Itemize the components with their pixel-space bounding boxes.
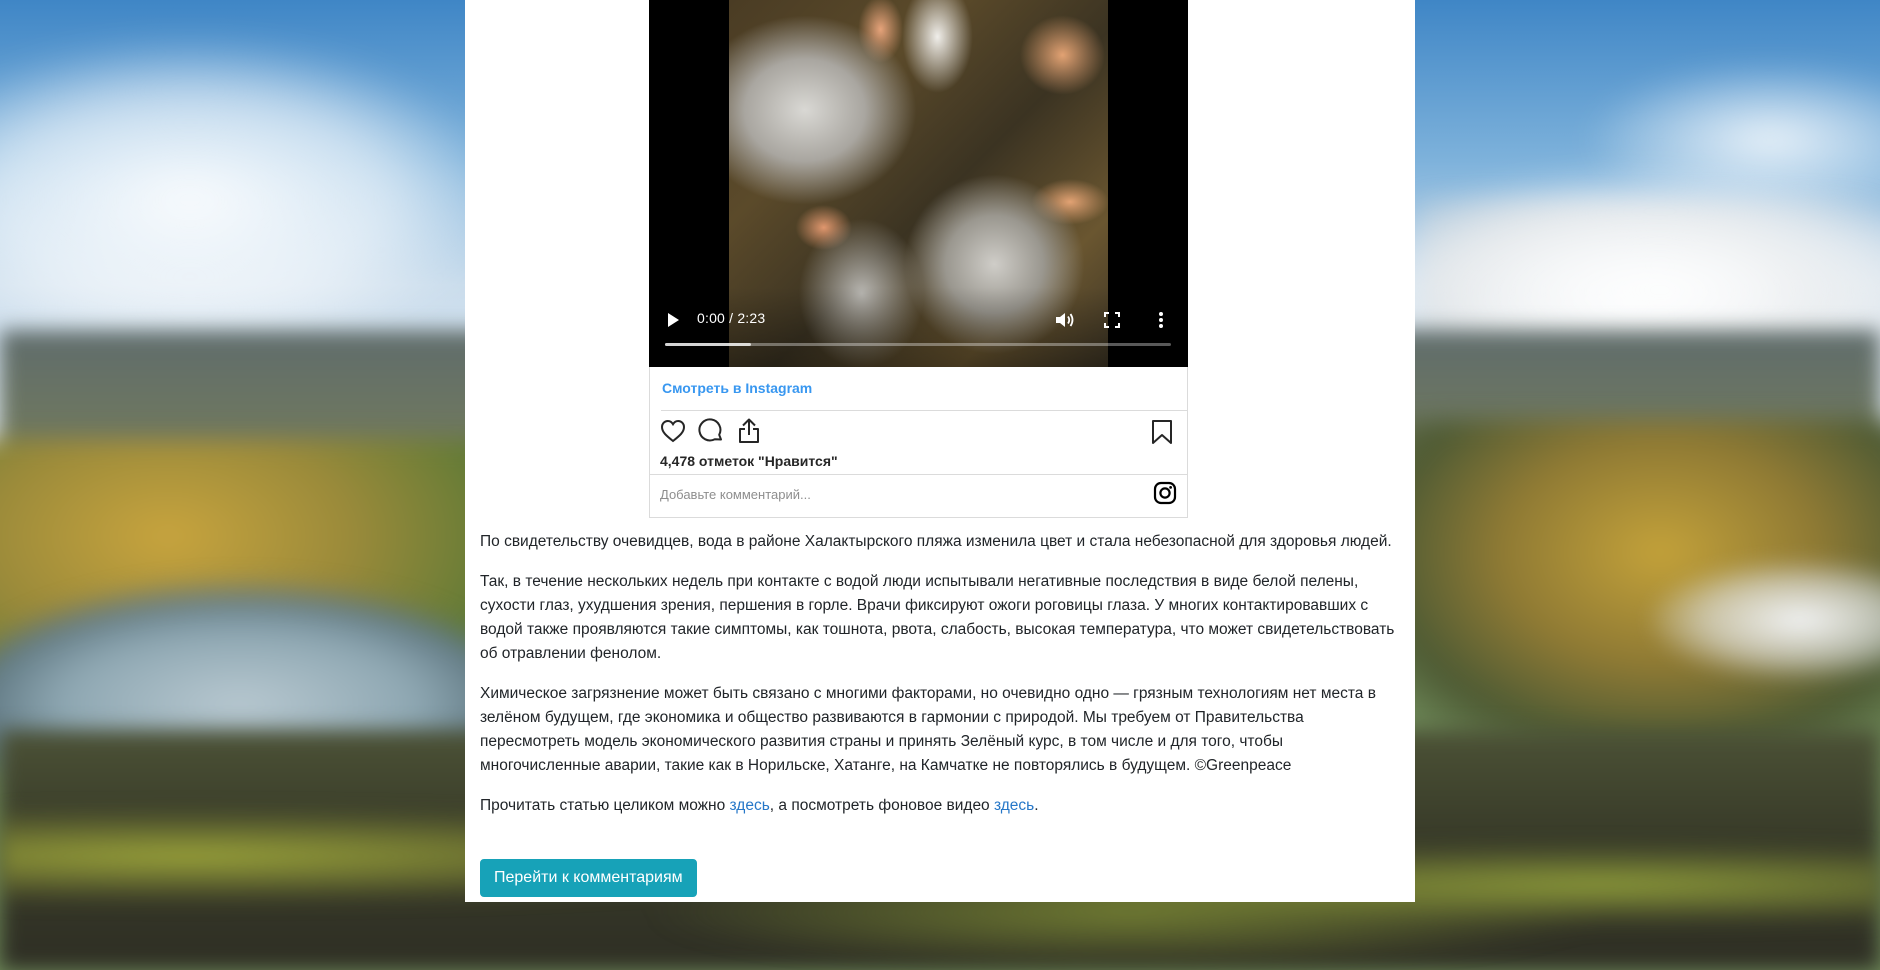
divider <box>661 410 1187 411</box>
instagram-logo-link[interactable] <box>1153 481 1177 505</box>
video-time: 0:00 / 2:23 <box>697 310 766 326</box>
video-player[interactable]: 0:00 / 2:23 <box>649 0 1188 367</box>
comment-input[interactable] <box>660 480 1120 508</box>
video-progress-bar[interactable] <box>665 343 1171 346</box>
fullscreen-icon <box>1104 312 1120 328</box>
instagram-icon <box>1153 481 1177 505</box>
share-icon <box>739 418 759 443</box>
fullscreen-button[interactable] <box>1100 308 1124 332</box>
text-fragment: . <box>1034 797 1039 814</box>
article-paragraph: Так, в течение нескольких недель при кон… <box>480 573 1395 662</box>
view-in-instagram-link[interactable]: Смотреть в Instagram <box>662 380 812 396</box>
background-video-link[interactable]: здесь <box>994 797 1034 814</box>
heart-icon <box>660 419 686 443</box>
instagram-embed: Смотреть в Instagram 4,478 отметок "Нрав… <box>649 367 1188 518</box>
article-body: По свидетельству очевидцев, вода в район… <box>480 530 1400 834</box>
content-panel: 0:00 / 2:23 Смотреть в Instagram 4,478 о… <box>465 0 1415 902</box>
more-vertical-icon <box>1159 312 1163 328</box>
divider <box>650 474 1187 475</box>
comment-button[interactable] <box>698 418 724 444</box>
play-button[interactable] <box>661 308 685 332</box>
volume-button[interactable] <box>1053 308 1077 332</box>
save-button[interactable] <box>1151 419 1175 447</box>
share-button[interactable] <box>736 418 762 444</box>
article-paragraph: Химическое загрязнение может быть связан… <box>480 685 1376 774</box>
more-options-button[interactable] <box>1149 308 1173 332</box>
full-article-link[interactable]: здесь <box>730 797 770 814</box>
article-paragraph: По свидетельству очевидцев, вода в район… <box>480 533 1392 550</box>
like-button[interactable] <box>660 418 686 444</box>
article-paragraph-links: Прочитать статью целиком можно здесь, а … <box>480 794 1400 818</box>
video-progress-buffered <box>665 343 752 346</box>
text-fragment: , а посмотреть фоновое видео <box>769 797 994 814</box>
text-fragment: Прочитать статью целиком можно <box>480 797 730 814</box>
likes-count: 4,478 отметок "Нравится" <box>660 453 838 469</box>
play-icon <box>668 313 679 327</box>
volume-icon <box>1056 313 1074 327</box>
instagram-actions <box>660 418 762 448</box>
go-to-comments-button[interactable]: Перейти к комментариям <box>480 859 697 897</box>
comment-icon <box>698 418 722 442</box>
bookmark-icon <box>1152 420 1172 444</box>
